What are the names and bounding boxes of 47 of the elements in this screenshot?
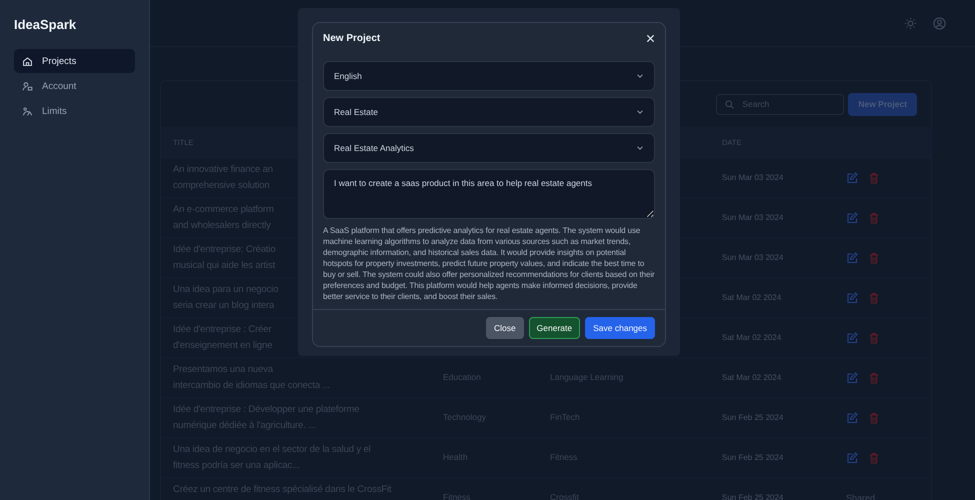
trash-icon[interactable] (868, 292, 880, 304)
generate-button[interactable]: Generate (528, 317, 580, 339)
house-icon (22, 56, 33, 66)
date-cell-text: Sat Mar 02 2024 (722, 333, 782, 342)
sidebar-item[interactable]: Projects (14, 49, 135, 73)
select-field[interactable]: English (323, 61, 655, 91)
user-icon (22, 80, 33, 92)
sidebar-item[interactable]: Limits (14, 99, 135, 123)
chevron-down-icon (636, 72, 644, 80)
trash-icon[interactable] (868, 332, 880, 344)
chevron-down-icon (636, 144, 644, 152)
select-field[interactable]: Real Estate Analytics (323, 133, 655, 163)
edit-icon[interactable] (846, 412, 858, 424)
select-field[interactable]: Real Estate (323, 97, 655, 127)
date-cell-text: Sun Feb 25 2024 (722, 453, 784, 462)
edit-icon[interactable] (846, 332, 858, 344)
date-cell-text: Sat Mar 02 2024 (722, 373, 782, 382)
edit-icon[interactable] (846, 452, 858, 464)
date-cell-text: Sun Mar 03 2024 (722, 253, 784, 262)
edit-icon[interactable] (846, 212, 858, 224)
edit-icon[interactable] (846, 372, 858, 384)
close-button[interactable]: Close (486, 317, 524, 339)
date-cell-text: Sun Feb 25 2024 (722, 413, 784, 422)
trash-icon[interactable] (868, 412, 880, 424)
date-cell-text: Sat Mar 02 2024 (722, 293, 782, 302)
trash-icon[interactable] (868, 172, 880, 184)
edit-icon[interactable] (846, 252, 858, 264)
app-logo: IdeaSpark (14, 17, 76, 32)
chevron-down-icon (636, 108, 644, 116)
edit-icon[interactable] (846, 172, 858, 184)
date-cell-text: Sun Feb 25 2024 (722, 493, 784, 500)
prompt-field[interactable]: I want to create a saas product in this area to help real estate agents (323, 169, 655, 219)
modal-title: New Project (323, 32, 380, 44)
search-icon (725, 100, 734, 108)
trash-icon[interactable] (868, 372, 880, 384)
edit-icon[interactable] (846, 292, 858, 304)
trash-icon[interactable] (868, 212, 880, 224)
date-cell-text: Sun Mar 03 2024 (722, 173, 784, 182)
generated-description: A SaaS platform that offers predictive analytics for real estate agents. The system would use machine learning algorithms to analyze data from various sources such as market trends, demographic information, and historical sales data. It would provide insights on potential hotspots for property investments, predict future property values, and indicate the best time to buy or sell. The system could also offer personalized recommendations for clients based on their preferences and budget. This platform would help agents make informed decisions, provide better service to their clients, and boost their sales. (323, 225, 655, 302)
save-button[interactable]: Save changes (585, 317, 655, 339)
trash-icon[interactable] (868, 252, 880, 264)
trash-icon[interactable] (868, 452, 880, 464)
date-cell-text: Sun Mar 03 2024 (722, 213, 784, 222)
user-icon[interactable] (933, 16, 946, 30)
sidebar-item[interactable]: Account (14, 74, 135, 98)
sun-icon[interactable] (904, 16, 917, 30)
close-icon[interactable] (646, 34, 655, 42)
